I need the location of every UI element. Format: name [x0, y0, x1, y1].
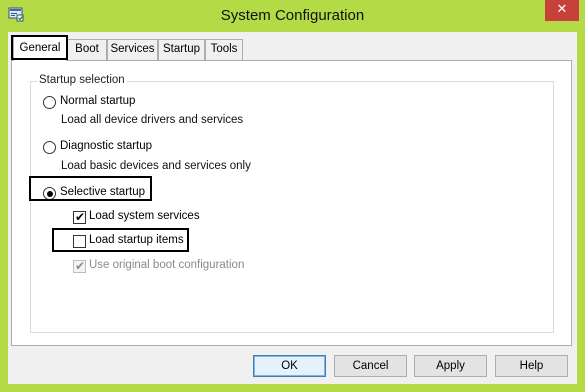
tab-boot[interactable]: Boot [67, 39, 107, 60]
cancel-button[interactable]: Cancel [334, 355, 407, 377]
startup-selection-group: Startup selection Normal startup Load al… [30, 74, 554, 333]
check-icon: ✔ [75, 259, 86, 273]
tab-services[interactable]: Services [107, 39, 158, 60]
load-system-services-label[interactable]: Load system services [89, 210, 200, 222]
close-button[interactable]: ✕ [545, 0, 579, 21]
normal-startup-label[interactable]: Normal startup [60, 95, 135, 107]
general-tab-panel: Startup selection Normal startup Load al… [11, 60, 572, 346]
use-original-boot-config-checkbox: ✔ [73, 259, 86, 273]
diagnostic-startup-label[interactable]: Diagnostic startup [60, 140, 152, 152]
load-startup-items-label[interactable]: Load startup items [89, 234, 184, 246]
tab-tools[interactable]: Tools [205, 39, 243, 60]
window-title: System Configuration [220, 7, 365, 24]
check-icon: ✔ [75, 210, 86, 224]
tab-general[interactable]: General [13, 36, 67, 61]
selective-startup-radio[interactable] [43, 187, 56, 200]
title-bar[interactable]: System Configuration ✕ [0, 0, 585, 32]
tab-startup[interactable]: Startup [158, 39, 205, 60]
radio-selected-dot [46, 190, 53, 197]
selective-startup-label[interactable]: Selective startup [60, 186, 145, 198]
diagnostic-startup-description: Load basic devices and services only [61, 160, 251, 172]
close-icon: ✕ [556, 2, 568, 17]
load-system-services-checkbox[interactable]: ✔ [73, 210, 86, 224]
dialog-client-area: General Boot Services Startup Tools Star… [8, 32, 577, 384]
load-startup-items-checkbox[interactable] [73, 235, 86, 248]
normal-startup-description: Load all device drivers and services [61, 114, 244, 126]
use-original-boot-config-label: Use original boot configuration [89, 259, 245, 271]
apply-button[interactable]: Apply [414, 355, 487, 377]
startup-selection-label: Startup selection [37, 74, 127, 86]
system-configuration-window: System Configuration ✕ General Boot Serv… [0, 0, 585, 392]
normal-startup-radio[interactable] [43, 96, 56, 109]
diagnostic-startup-radio[interactable] [43, 141, 56, 154]
help-button[interactable]: Help [495, 355, 568, 377]
ok-button[interactable]: OK [253, 355, 326, 377]
